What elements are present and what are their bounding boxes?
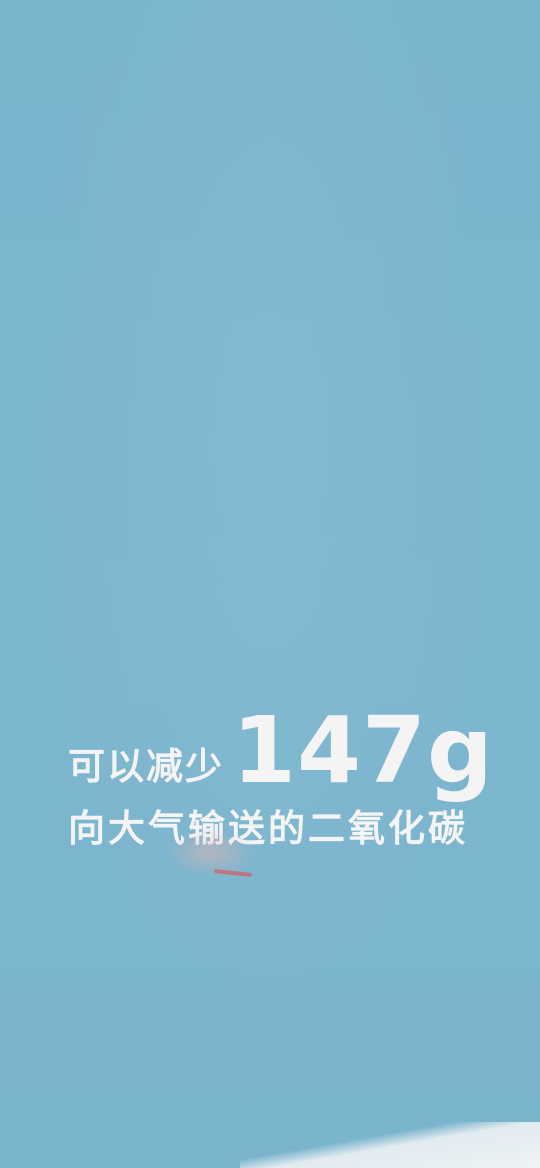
caption-amount: 147g <box>232 697 494 804</box>
caption-line-1: 可以减少 147g <box>68 705 494 797</box>
bottom-edge-highlight <box>240 1122 540 1168</box>
caption-overlay: 可以减少 147g 向大气输送的二氧化碳 <box>0 0 540 1168</box>
caption-prefix: 可以减少 <box>68 745 224 788</box>
blurred-smudge <box>165 830 257 876</box>
caption-suffix: 向大气输送的二氧化碳 <box>68 807 468 850</box>
